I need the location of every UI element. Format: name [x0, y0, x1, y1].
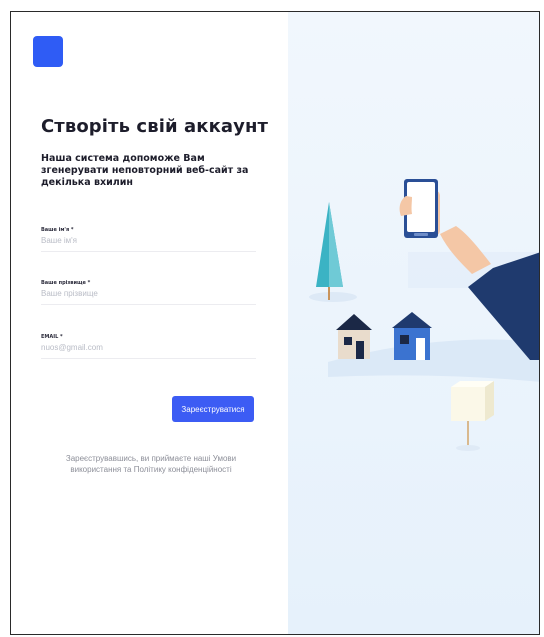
ground-shadow: [309, 292, 357, 302]
email-group: EMAIL *: [41, 333, 256, 359]
brand-logo[interactable]: [33, 36, 63, 67]
cube-icon: [451, 381, 494, 451]
page-subtitle: Наша система допоможе Вам згенерувати не…: [41, 153, 249, 188]
first-name-label: Ваше ім'я *: [41, 227, 74, 233]
terms-text: Зареєструвавшись, ви приймаєте наші Умов…: [65, 454, 237, 474]
register-button[interactable]: Зареєструватися: [172, 396, 254, 422]
illustration-scene: [309, 179, 539, 451]
last-name-input[interactable]: [41, 287, 256, 305]
house-icon-1: [336, 314, 372, 359]
page-title: Створіть свій аккаунт: [41, 116, 269, 137]
email-input[interactable]: [41, 341, 256, 359]
last-name-label: Ваше прізвище *: [41, 280, 91, 286]
first-name-group: Ваше ім'я *: [41, 226, 256, 252]
illustration-panel: [288, 12, 539, 634]
first-name-input[interactable]: [41, 234, 256, 252]
signup-window: Створіть свій аккаунт Наша система допом…: [10, 11, 540, 635]
last-name-group: Ваше прізвище *: [41, 279, 256, 305]
email-label: EMAIL *: [41, 334, 63, 340]
house-icon-2: [392, 312, 432, 360]
signup-form-panel: Створіть свій аккаунт Наша система допом…: [11, 12, 287, 634]
tree-icon: [316, 202, 343, 300]
